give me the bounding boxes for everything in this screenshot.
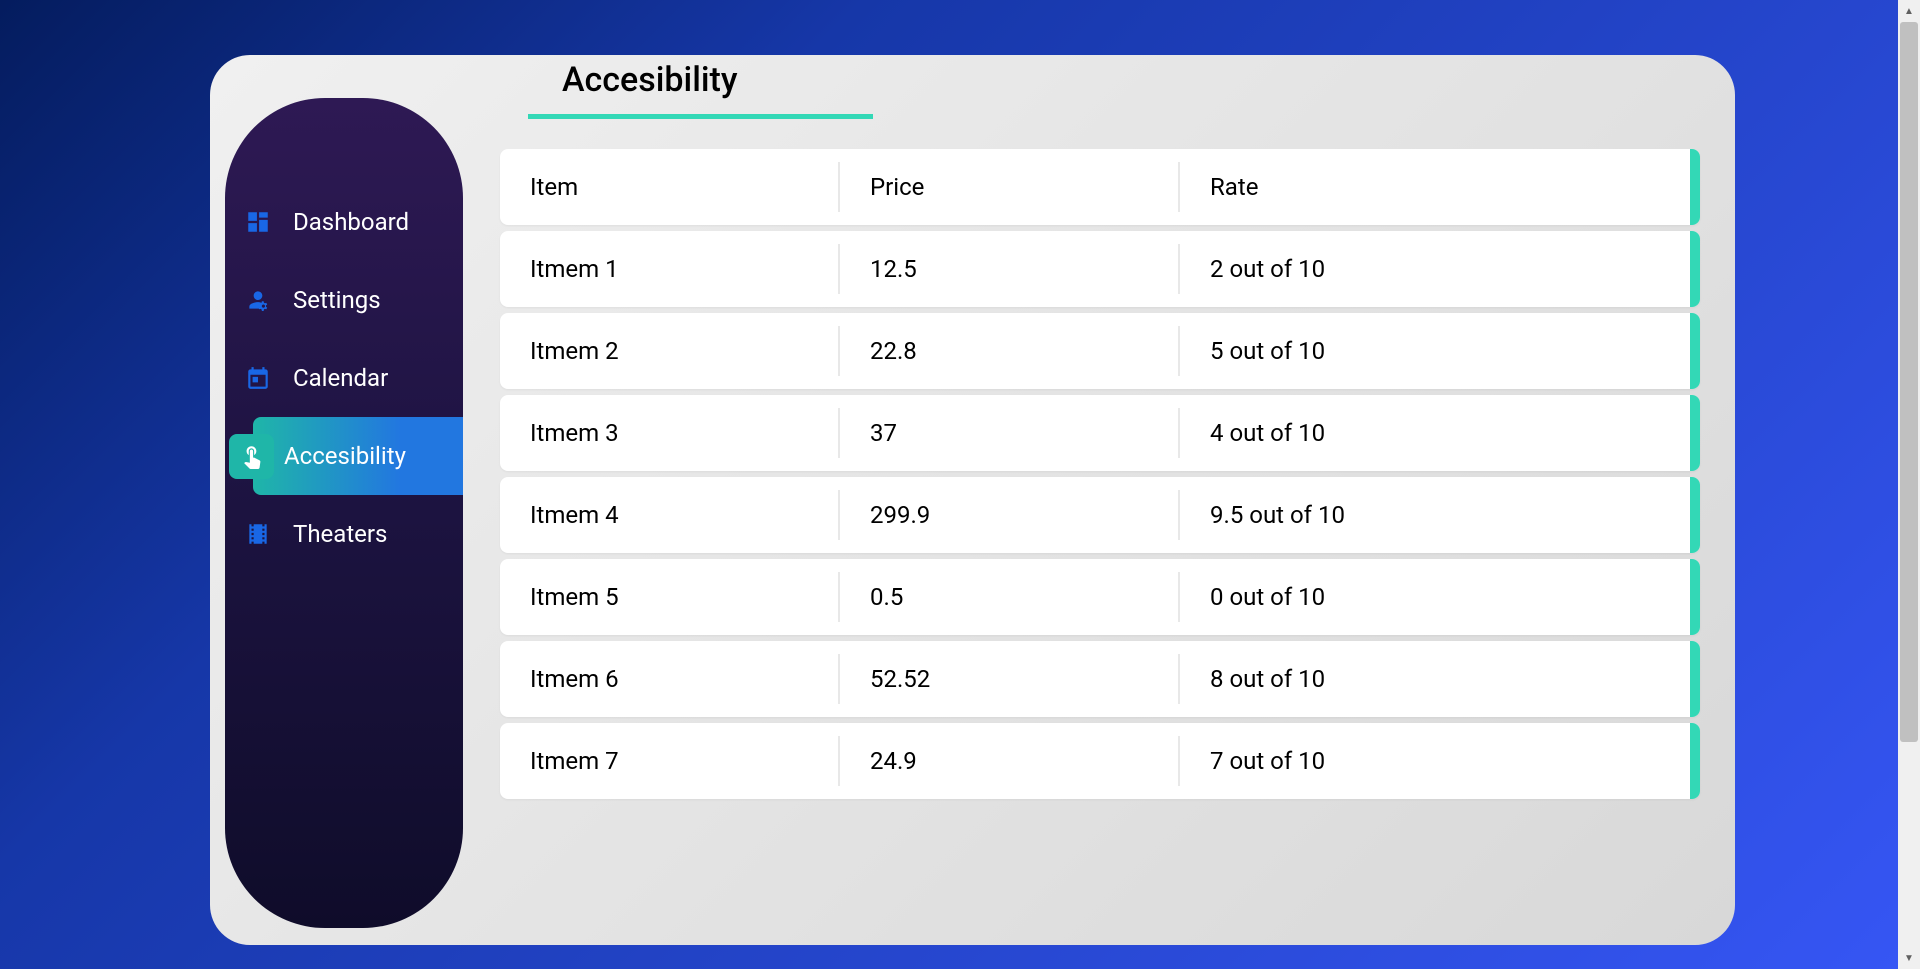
cell-rate: 9.5 out of 10 — [1180, 501, 1700, 529]
cell-price: 24.9 — [840, 736, 1180, 786]
cell-price: 299.9 — [840, 490, 1180, 540]
table-row[interactable]: Itmem 6 52.52 8 out of 10 — [500, 641, 1700, 717]
theaters-icon — [243, 519, 273, 549]
cell-item: Itmem 5 — [500, 572, 840, 622]
calendar-icon — [243, 363, 273, 393]
table-header-item: Item — [500, 162, 840, 212]
scrollbar-up-arrow[interactable]: ▲ — [1898, 0, 1920, 22]
settings-user-icon — [243, 285, 273, 315]
table-row[interactable]: Itmem 3 37 4 out of 10 — [500, 395, 1700, 471]
sidebar-item-label: Calendar — [293, 364, 388, 392]
sidebar-item-label: Accesibility — [284, 442, 406, 470]
table-row[interactable]: Itmem 4 299.9 9.5 out of 10 — [500, 477, 1700, 553]
table-header-rate: Rate — [1180, 173, 1700, 201]
sidebar-item-theaters[interactable]: Theaters — [225, 495, 463, 573]
sidebar-item-dashboard[interactable]: Dashboard — [225, 183, 463, 261]
cell-price: 37 — [840, 408, 1180, 458]
table-row[interactable]: Itmem 1 12.5 2 out of 10 — [500, 231, 1700, 307]
cell-item: Itmem 2 — [500, 326, 840, 376]
touch-icon — [229, 434, 274, 479]
cell-item: Itmem 1 — [500, 244, 840, 294]
sidebar-item-settings[interactable]: Settings — [225, 261, 463, 339]
cell-price: 12.5 — [840, 244, 1180, 294]
cell-rate: 8 out of 10 — [1180, 665, 1700, 693]
scrollbar-thumb[interactable] — [1900, 22, 1918, 742]
dashboard-icon — [243, 207, 273, 237]
sidebar-item-calendar[interactable]: Calendar — [225, 339, 463, 417]
table-header-row: Item Price Rate — [500, 149, 1700, 225]
title-underline — [528, 114, 873, 119]
cell-item: Itmem 7 — [500, 736, 840, 786]
cell-item: Itmem 3 — [500, 408, 840, 458]
cell-price: 0.5 — [840, 572, 1180, 622]
cell-price: 52.52 — [840, 654, 1180, 704]
cell-rate: 7 out of 10 — [1180, 747, 1700, 775]
table-header-price: Price — [840, 162, 1180, 212]
cell-rate: 0 out of 10 — [1180, 583, 1700, 611]
sidebar-item-label: Settings — [293, 286, 381, 314]
sidebar: Dashboard Settings Calendar Accesibility… — [225, 98, 463, 928]
cell-item: Itmem 4 — [500, 490, 840, 540]
data-table: Item Price Rate Itmem 1 12.5 2 out of 10… — [500, 149, 1700, 799]
content-area: Accesibility Item Price Rate Itmem 1 12.… — [500, 60, 1700, 805]
table-row[interactable]: Itmem 5 0.5 0 out of 10 — [500, 559, 1700, 635]
table-row[interactable]: Itmem 2 22.8 5 out of 10 — [500, 313, 1700, 389]
cell-rate: 4 out of 10 — [1180, 419, 1700, 447]
table-row[interactable]: Itmem 7 24.9 7 out of 10 — [500, 723, 1700, 799]
scrollbar-down-arrow[interactable]: ▼ — [1898, 947, 1920, 969]
cell-rate: 5 out of 10 — [1180, 337, 1700, 365]
sidebar-item-accesibility[interactable]: Accesibility — [253, 417, 463, 495]
cell-price: 22.8 — [840, 326, 1180, 376]
sidebar-item-label: Theaters — [293, 520, 387, 548]
cell-rate: 2 out of 10 — [1180, 255, 1700, 283]
page-title: Accesibility — [562, 60, 1700, 114]
scrollbar[interactable]: ▲ ▼ — [1898, 0, 1920, 969]
cell-item: Itmem 6 — [500, 654, 840, 704]
sidebar-item-label: Dashboard — [293, 208, 409, 236]
